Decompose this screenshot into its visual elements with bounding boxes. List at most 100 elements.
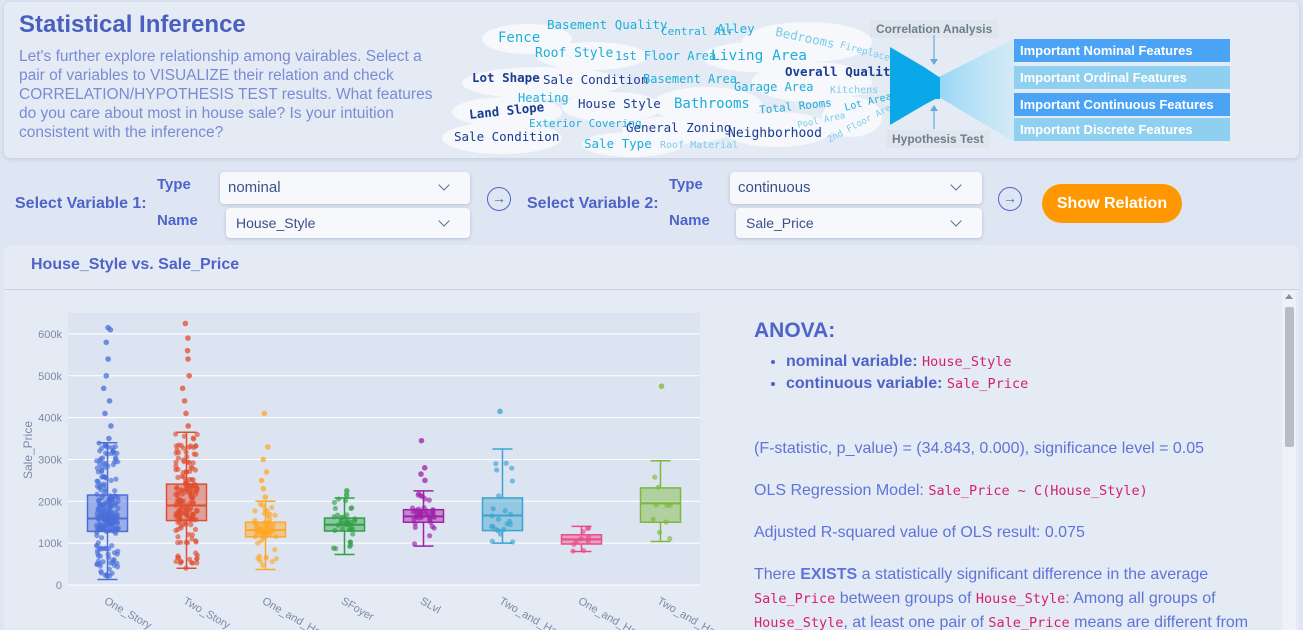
data-point: [175, 534, 181, 540]
data-point: [97, 524, 104, 530]
nominal-variable-item: nominal variable: House_Style: [786, 353, 1274, 371]
scroll-up-arrow-icon[interactable]: [1285, 294, 1293, 299]
data-point: [103, 546, 109, 552]
data-point: [424, 508, 430, 514]
data-point: [578, 536, 584, 542]
box-plot-chart[interactable]: 0 100k 200k 300k 400k 500k 600k Sale_Price One_S…: [18, 305, 738, 630]
data-point: [667, 502, 673, 508]
data-point: [497, 531, 504, 537]
outlier-point: [262, 494, 269, 500]
data-point: [652, 474, 658, 480]
data-point: [342, 497, 349, 504]
outlier-point: [179, 385, 186, 392]
data-point: [258, 526, 264, 533]
data-point: [178, 539, 184, 545]
data-point: [347, 543, 353, 550]
outlier-point: [263, 469, 270, 475]
data-point: [184, 454, 190, 460]
outlier-point: [181, 398, 188, 404]
data-point: [507, 522, 513, 528]
outlier-point: [100, 385, 107, 392]
var1-name-select[interactable]: House_Style: [226, 208, 470, 238]
data-point: [194, 555, 200, 561]
scrollbar-thumb[interactable]: [1285, 307, 1294, 447]
var2-type-select[interactable]: continuous: [730, 172, 982, 204]
data-point: [489, 513, 495, 519]
outlier-point: [105, 356, 111, 362]
outlier-point: [106, 435, 112, 442]
outlier-point: [261, 410, 268, 417]
data-point: [267, 532, 273, 538]
data-point: [269, 504, 275, 511]
data-point: [181, 459, 187, 465]
cloud-word: House Style: [578, 96, 661, 111]
var1-type-select[interactable]: nominal: [220, 172, 470, 204]
data-point: [344, 512, 350, 518]
page-title: Statistical Inference: [19, 11, 246, 38]
data-point: [102, 442, 108, 448]
name-label-1: Name: [157, 212, 198, 229]
data-point: [187, 490, 193, 496]
data-point: [177, 516, 184, 523]
outlier-point: [264, 444, 271, 450]
x-tick-label: One_Story: [102, 595, 154, 630]
scrollbar[interactable]: [1282, 291, 1296, 630]
chevron-down-icon: [950, 215, 962, 227]
data-point: [94, 458, 100, 464]
outlier-point: [344, 488, 350, 494]
data-point: [99, 502, 106, 508]
data-point: [183, 449, 189, 455]
show-relation-button[interactable]: Show Relation: [1042, 184, 1182, 223]
variable-list: nominal variable: House_Style continuous…: [786, 353, 1274, 393]
result-title: House_Style vs. Sale_Price: [31, 256, 240, 273]
data-point: [110, 461, 117, 468]
x-tick-label: Two_and_Ha: [497, 595, 560, 630]
data-point: [430, 513, 436, 520]
data-point: [254, 540, 261, 546]
cloud-word: Fence: [498, 30, 541, 46]
chevron-down-icon: [438, 179, 450, 191]
data-point: [114, 520, 120, 526]
data-point: [584, 525, 591, 531]
y-axis-label: Sale_Price: [21, 421, 35, 479]
header-panel: Statistical Inference Let's further expl…: [4, 2, 1299, 158]
data-point: [273, 556, 279, 562]
data-point: [429, 523, 435, 530]
data-point: [332, 527, 338, 534]
data-point: [113, 476, 119, 482]
data-point: [112, 488, 118, 494]
box: [639, 487, 682, 523]
outlier-point: [103, 372, 110, 379]
cloud-word: Sale Type: [584, 136, 652, 151]
data-point: [194, 508, 200, 514]
data-point: [501, 526, 507, 533]
data-point: [111, 562, 117, 568]
data-point: [184, 540, 191, 546]
data-point: [108, 514, 114, 520]
data-point: [190, 500, 197, 506]
data-point: [174, 491, 180, 498]
continuous-variable-item: continuous variable: Sale_Price: [786, 375, 1274, 393]
outlier-point: [260, 485, 267, 492]
data-point: [95, 553, 102, 559]
data-point: [178, 559, 184, 565]
data-point: [426, 497, 432, 503]
cloud-word: Lot Shape: [472, 70, 540, 85]
outlier-point: [422, 477, 428, 484]
data-point: [191, 451, 197, 457]
data-point: [495, 516, 502, 522]
data-point: [108, 477, 114, 484]
x-tick-label: One_and_Ha: [576, 595, 639, 630]
data-point: [95, 469, 101, 475]
data-point: [97, 483, 104, 489]
outlier-point: [106, 398, 113, 404]
data-point: [175, 474, 181, 481]
data-point: [99, 464, 105, 470]
data-point: [189, 465, 195, 471]
data-point: [503, 460, 509, 466]
data-point: [581, 547, 587, 554]
var2-name-select[interactable]: Sale_Price: [736, 208, 982, 238]
data-point: [188, 522, 194, 528]
data-point: [510, 539, 516, 545]
anova-heading: ANOVA:: [754, 319, 836, 342]
